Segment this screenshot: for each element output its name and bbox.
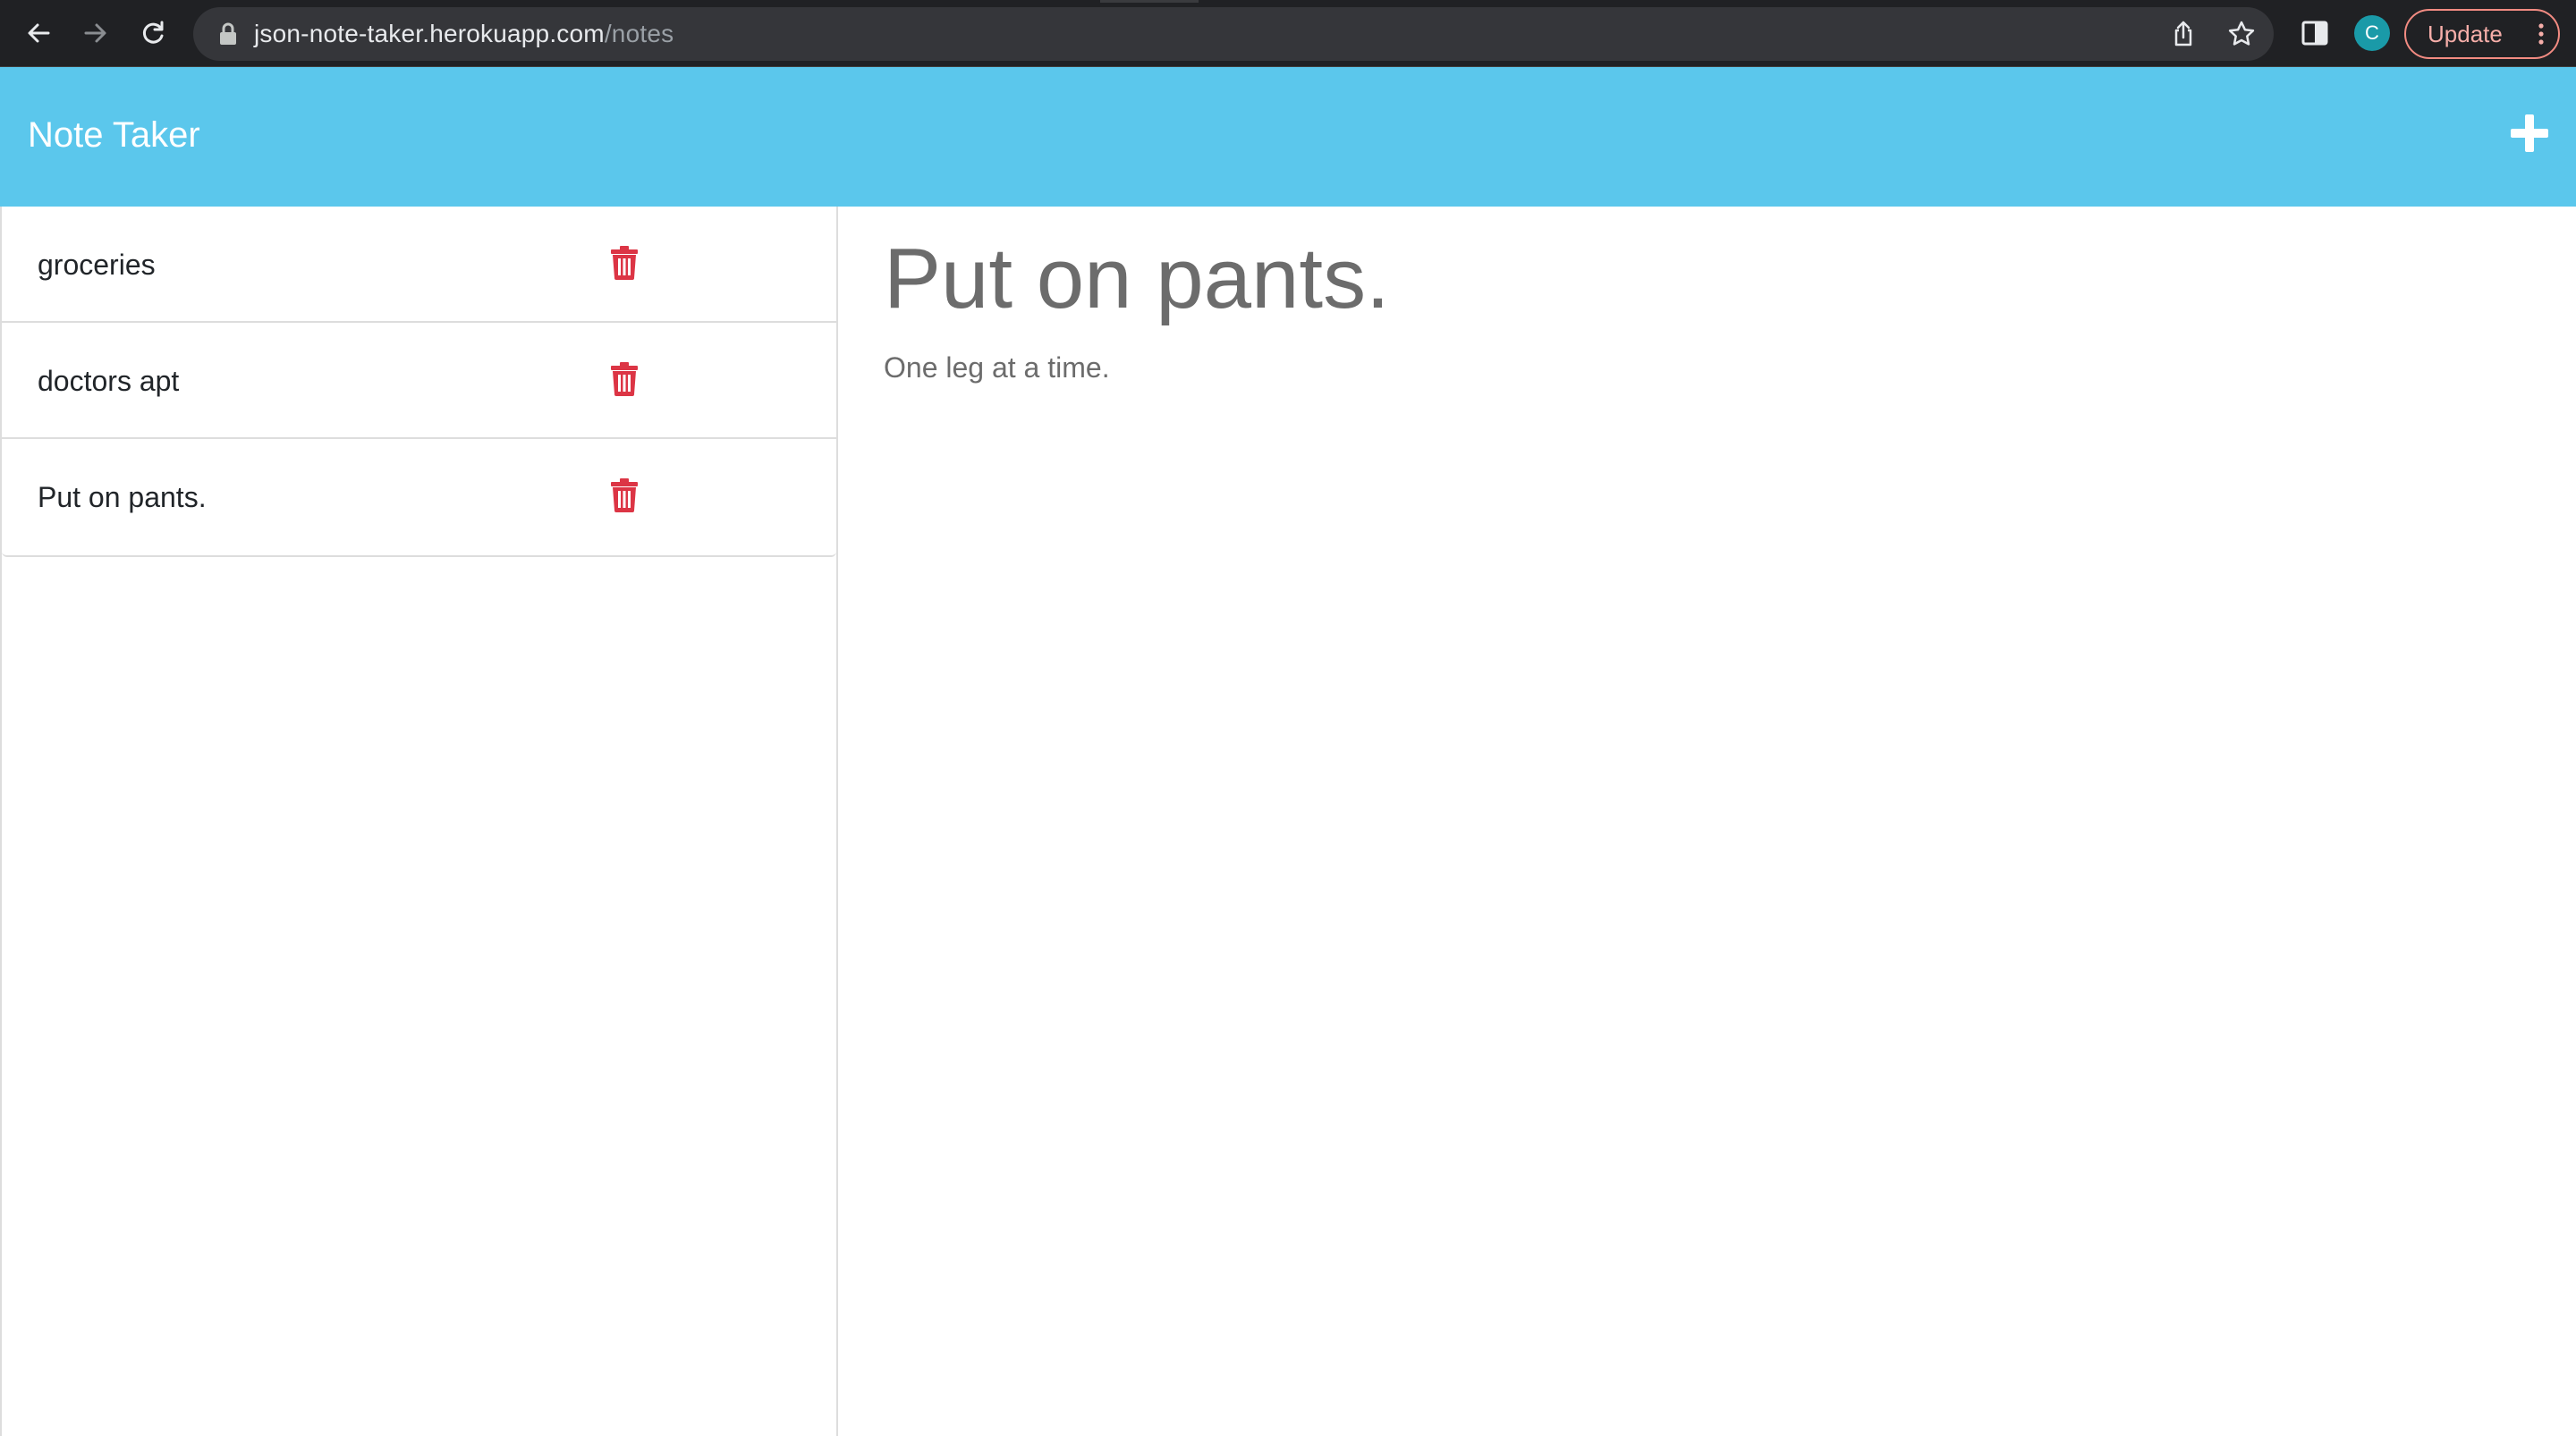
url-path: /notes	[604, 20, 674, 47]
trash-icon[interactable]	[610, 362, 639, 396]
list-item[interactable]: doctors apt	[2, 323, 836, 439]
trash-icon[interactable]	[610, 478, 639, 512]
note-text-area[interactable]: One leg at a time.	[884, 350, 1110, 385]
note-item-title[interactable]: doctors apt	[38, 323, 179, 439]
url-text[interactable]: json-note-taker.herokuapp.com/notes	[254, 7, 674, 61]
back-button[interactable]	[18, 13, 59, 54]
arrow-right-icon	[84, 23, 106, 43]
star-icon[interactable]	[2227, 20, 2256, 48]
share-icon[interactable]	[2169, 20, 2198, 48]
profile-avatar[interactable]: C	[2354, 15, 2390, 51]
app-title[interactable]: Note Taker	[28, 114, 200, 156]
note-editor: Put on pants. One leg at a time.	[838, 207, 2576, 1436]
reload-button[interactable]	[132, 13, 174, 54]
update-button[interactable]: Update	[2404, 9, 2560, 59]
reload-icon	[142, 21, 164, 44]
plus-icon[interactable]	[2510, 114, 2549, 153]
app-navbar: Note Taker	[0, 67, 2576, 207]
browser-toolbar: json-note-taker.herokuapp.com/notes C Up…	[0, 0, 2576, 67]
list-item[interactable]: Put on pants.	[2, 439, 836, 555]
note-item-title[interactable]: Put on pants.	[38, 439, 207, 555]
note-item-title[interactable]: groceries	[38, 207, 156, 323]
arrow-left-icon	[28, 23, 50, 43]
note-list: groceries doctors apt Put on pants.	[2, 207, 836, 557]
note-title-input[interactable]: Put on pants.	[884, 226, 1390, 332]
kebab-menu-icon[interactable]	[2538, 23, 2544, 45]
trash-icon[interactable]	[610, 246, 639, 280]
side-panel-icon[interactable]	[2300, 18, 2330, 48]
update-label: Update	[2428, 21, 2503, 47]
url-host: json-note-taker.herokuapp.com	[254, 20, 605, 47]
notes-sidebar: groceries doctors apt Put on pants.	[0, 207, 838, 1436]
lock-icon[interactable]	[216, 21, 240, 46]
forward-button[interactable]	[75, 13, 116, 54]
list-item[interactable]: groceries	[2, 207, 836, 323]
tab-strip-hint	[1100, 0, 1199, 3]
address-bar[interactable]: json-note-taker.herokuapp.com/notes	[193, 7, 2274, 61]
